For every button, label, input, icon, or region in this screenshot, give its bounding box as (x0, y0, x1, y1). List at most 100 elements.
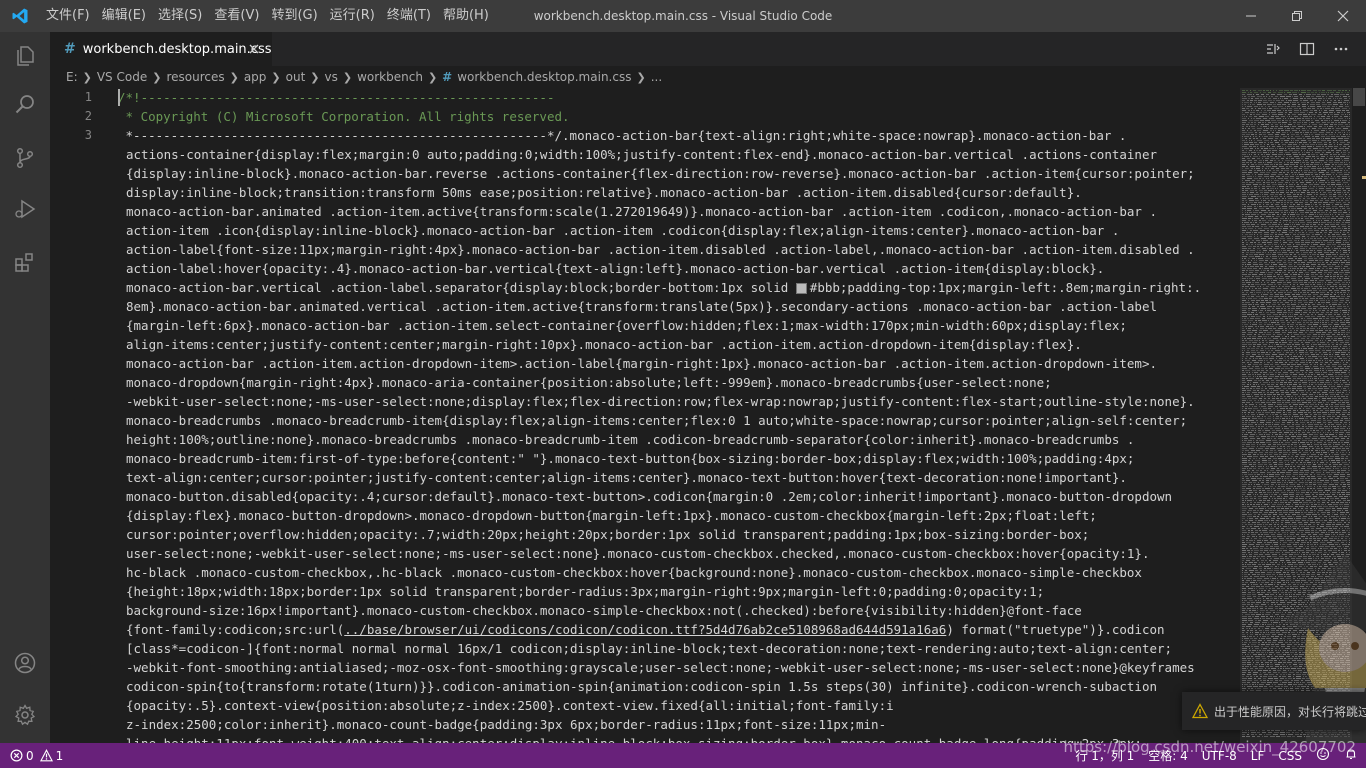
code-line: {opacity:.5}.context-view{position:absol… (126, 698, 894, 713)
code-line: background-size:16px!important}.monaco-c… (126, 603, 1082, 618)
tab-workbench-css[interactable]: # workbench.desktop.main.css (50, 32, 272, 66)
breadcrumb-out[interactable]: out (286, 70, 306, 84)
vscode-logo-icon[interactable] (0, 0, 40, 32)
tab-bar: # workbench.desktop.main.css (50, 32, 1366, 66)
chevron-right-icon: ❯ (229, 70, 239, 84)
search-icon (15, 95, 34, 114)
compare-icon (1267, 44, 1280, 54)
breadcrumb: E: ❯ VS Code ❯ resources ❯ app ❯ out ❯ v… (50, 66, 1366, 88)
search-button[interactable] (0, 80, 50, 128)
code-text: #bbb;padding-top:1px;margin-left:.8em;ma… (809, 280, 1202, 295)
menu-edit[interactable]: 编辑(E) (96, 0, 152, 32)
code-line: monaco-action-bar .action-item.action-dr… (126, 356, 1158, 371)
code-line: {margin-left:6px}.monaco-action-bar .act… (126, 318, 1127, 333)
code-line: /*!-------------------------------------… (118, 90, 555, 105)
code-line: cursor:pointer;overflow:hidden;opacity:.… (126, 527, 1090, 542)
code-link[interactable]: ../base/browser/ui/codicons/codicon/codi… (344, 622, 946, 637)
run-debug-button[interactable] (0, 185, 50, 233)
split-editor-button[interactable] (1290, 32, 1324, 66)
code-line: *---------------------------------------… (118, 128, 1127, 143)
menu-view[interactable]: 查看(V) (208, 0, 265, 32)
close-window-button[interactable] (1320, 0, 1366, 32)
code-line: action-item .icon{display:inline-block}.… (126, 223, 1120, 238)
chevron-right-icon: ❯ (310, 70, 320, 84)
code-line: monaco-breadcrumb-item:first-of-type:bef… (126, 451, 1135, 466)
chevron-right-icon: ❯ (427, 70, 438, 84)
code-line: {height:18px;width:18px;border:1px solid… (126, 584, 1045, 599)
manage-button[interactable] (0, 691, 50, 739)
menu-terminal[interactable]: 终端(T) (381, 0, 437, 32)
minimize-button[interactable] (1228, 0, 1274, 32)
menu-go[interactable]: 转到(G) (265, 0, 323, 32)
menu-run[interactable]: 运行(R) (324, 0, 381, 32)
breadcrumb-drive[interactable]: E: (66, 70, 78, 84)
breadcrumb-symbol[interactable]: ... (651, 70, 662, 84)
open-changes-button[interactable] (1256, 32, 1290, 66)
code-line: user-select:none;-webkit-user-select:non… (126, 546, 1150, 561)
tab-label: workbench.desktop.main.css (82, 41, 272, 57)
code-line: {font-family:codicon;src:url(../base/bro… (126, 620, 1165, 639)
restore-button[interactable] (1274, 0, 1320, 32)
color-swatch-icon[interactable] (795, 283, 807, 294)
line-number-gutter: 1 2 3 (50, 88, 110, 743)
chevron-right-icon: ❯ (636, 70, 646, 84)
window-controls (1228, 0, 1366, 32)
code-line: -webkit-user-select:none;-ms-user-select… (126, 394, 1195, 409)
code-line: text-align:center;cursor:pointer;justify… (126, 470, 1127, 485)
explorer-button[interactable] (0, 32, 50, 80)
breadcrumb-file[interactable]: workbench.desktop.main.css (457, 70, 631, 84)
editor[interactable]: 1 2 3 /*!-------------------------------… (50, 88, 1366, 743)
minimize-icon (1246, 15, 1256, 17)
source-control-icon (16, 147, 34, 169)
code-text: ) format("truetype")}.codicon (946, 622, 1165, 637)
split-editor-icon (1299, 42, 1315, 56)
css-file-icon: # (64, 41, 76, 57)
close-icon (1337, 10, 1349, 22)
chevron-right-icon: ❯ (271, 70, 281, 84)
title-bar: 文件(F) 编辑(E) 选择(S) 查看(V) 转到(G) 运行(R) 终端(T… (0, 0, 1366, 32)
breadcrumb-workbench[interactable]: workbench (357, 70, 423, 84)
run-debug-icon (15, 199, 36, 219)
code-line: align-items:center;justify-content:cente… (126, 337, 1082, 352)
code-line: height:100%;outline:none}.monaco-breadcr… (126, 432, 1135, 447)
code-line: monaco-action-bar.vertical .action-label… (126, 278, 1201, 297)
menu-bar: 文件(F) 编辑(E) 选择(S) 查看(V) 转到(G) 运行(R) 终端(T… (40, 0, 495, 32)
code-line: hc-black .monaco-custom-checkbox,.hc-bla… (126, 565, 1142, 580)
code-line: action-label:hover{opacity:.4}.monaco-ac… (126, 261, 1105, 276)
account-icon (14, 652, 36, 674)
code-line: line-height:11px;font-weight:400;text-al… (126, 734, 1142, 743)
breadcrumb-vs[interactable]: vs (325, 70, 338, 84)
menu-selection[interactable]: 选择(S) (152, 0, 208, 32)
extensions-button[interactable] (0, 239, 50, 287)
breadcrumb-resources[interactable]: resources (166, 70, 224, 84)
css-file-icon: # (442, 70, 453, 84)
tab-close-button[interactable] (246, 41, 262, 57)
code-line: -webkit-font-smoothing:antialiased;-moz-… (126, 660, 1195, 675)
code-line: z-index:2500;color:inherit}.monaco-count… (126, 717, 887, 732)
breadcrumb-app[interactable]: app (244, 70, 267, 84)
code-line: action-label{font-size:11px;margin-right… (126, 242, 1195, 257)
code-line: monaco-dropdown{margin-right:4px}.monaco… (126, 375, 1052, 390)
files-icon (17, 46, 34, 66)
close-icon (249, 44, 259, 54)
menu-file[interactable]: 文件(F) (40, 0, 96, 32)
accounts-button[interactable] (0, 639, 50, 687)
line-number: 2 (84, 109, 92, 123)
more-actions-button[interactable] (1324, 32, 1358, 66)
line-number: 1 (84, 90, 92, 104)
breadcrumb-vscode[interactable]: VS Code (97, 70, 147, 84)
code-text: monaco-action-bar.vertical .action-label… (126, 280, 796, 295)
chevron-right-icon: ❯ (82, 70, 92, 84)
ellipsis-icon (1334, 47, 1348, 51)
line-number: 3 (84, 128, 92, 142)
code-area[interactable]: /*!-------------------------------------… (118, 88, 1238, 743)
editor-actions (1256, 32, 1358, 66)
menu-help[interactable]: 帮助(H) (437, 0, 495, 32)
code-line: 8em}.monaco-action-bar.animated.vertical… (126, 299, 1158, 314)
restore-icon (1292, 11, 1302, 21)
source-control-button[interactable] (0, 134, 50, 182)
code-line: actions-container{display:flex;margin:0 … (126, 147, 1158, 162)
code-line: monaco-button.disabled{opacity:.4;cursor… (126, 489, 1173, 504)
text-cursor (118, 89, 120, 106)
code-line: {display:flex}.monaco-button-dropdown>.m… (126, 508, 1097, 523)
